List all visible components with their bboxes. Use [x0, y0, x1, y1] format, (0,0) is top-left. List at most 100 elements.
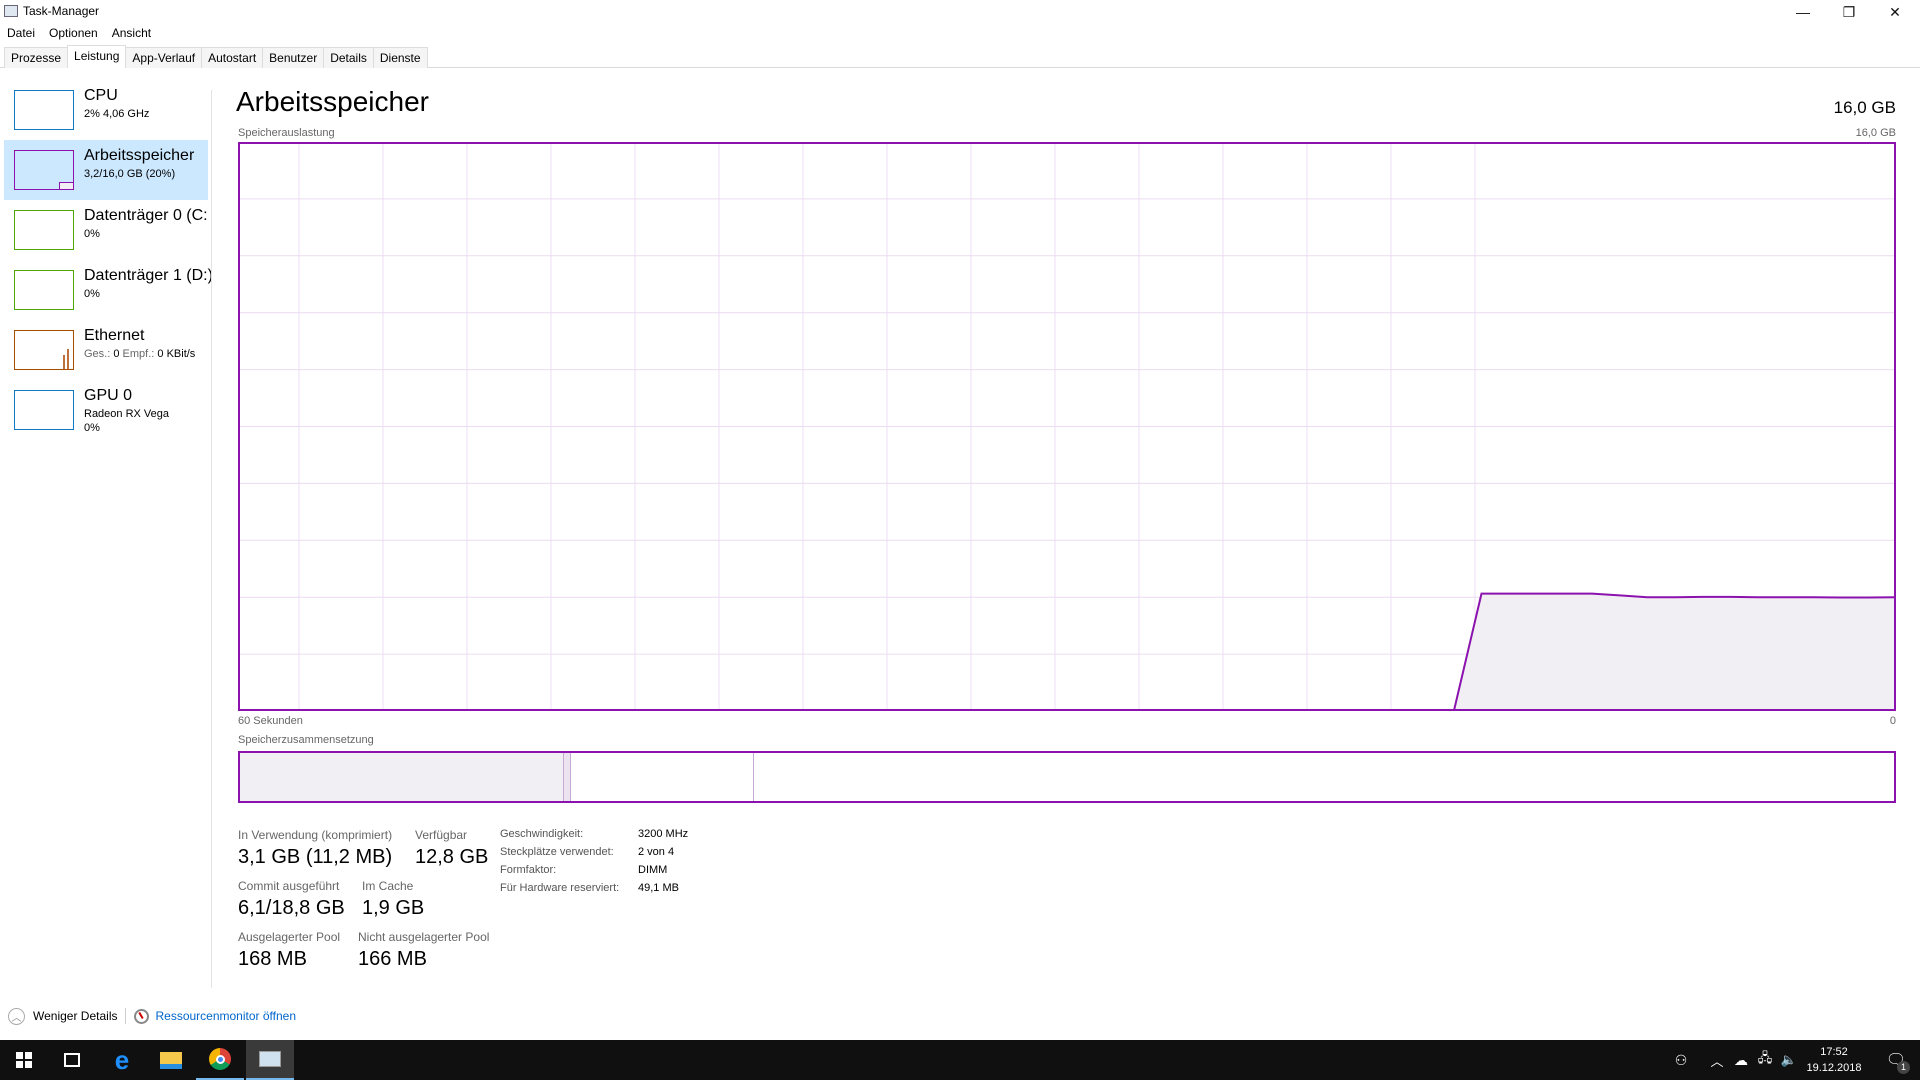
footer-divider: [125, 1008, 127, 1024]
open-resource-monitor-link[interactable]: Ressourcenmonitor öffnen: [155, 1009, 296, 1023]
prop-label: Für Hardware reserviert:: [500, 882, 620, 894]
stat-value: 3,1 GB (11,2 MB): [238, 846, 393, 868]
tab-benutzer[interactable]: Benutzer: [262, 47, 325, 68]
menu-optionen[interactable]: Optionen: [42, 24, 105, 44]
received-label: Empf.:: [122, 348, 155, 360]
sidebar-item-disk-0[interactable]: Datenträger 0 (C: E 0%: [4, 200, 212, 260]
sidebar-item-cpu[interactable]: CPU 2% 4,06 GHz: [4, 80, 208, 140]
footer-bar: ︿ Weniger Details Ressourcenmonitor öffn…: [8, 1006, 296, 1026]
prop-value: DIMM: [638, 864, 668, 876]
prop-value: 3200 MHz: [638, 828, 689, 840]
task-manager-icon: [259, 1051, 281, 1067]
restore-button[interactable]: ❐: [1826, 0, 1872, 24]
sidebar-item-disk-1[interactable]: Datenträger 1 (D:) 0%: [4, 260, 212, 320]
item-subtitle: 3,2/16,0 GB (20%): [84, 168, 176, 180]
fewer-details-button[interactable]: Weniger Details: [33, 1009, 117, 1023]
volume-icon[interactable]: 🔈: [1777, 1040, 1801, 1080]
composition-standby: [571, 753, 755, 801]
edge-button[interactable]: e: [98, 1040, 146, 1080]
prop-label: Steckplätze verwendet:: [500, 846, 614, 858]
usage-area: [238, 593, 1896, 711]
menu-bar: Datei Optionen Ansicht: [0, 24, 158, 44]
total-memory: 16,0 GB: [1833, 98, 1896, 117]
item-subtitle: Ges.: 0 Empf.: 0 KBit/s: [84, 347, 195, 361]
action-center-button[interactable]: 🗨 1: [1872, 1040, 1920, 1080]
sidebar-item-memory[interactable]: Arbeitsspeicher 3,2/16,0 GB (20%): [4, 140, 208, 200]
stat-label: Verfügbar: [415, 828, 468, 842]
item-title: Datenträger 1 (D:): [84, 267, 212, 284]
stat-value: 168 MB: [238, 948, 307, 970]
item-title: CPU: [84, 87, 118, 104]
network-icon[interactable]: 🖧: [1753, 1040, 1777, 1080]
prop-label: Geschwindigkeit:: [500, 828, 584, 840]
sent-label: Ges.:: [84, 348, 111, 360]
windows-icon: [16, 1052, 32, 1068]
folder-icon: [160, 1051, 182, 1069]
gpu-thumbnail-graph: [14, 390, 74, 430]
item-subtitle: Radeon RX Vega: [84, 408, 170, 420]
people-button[interactable]: ⚇: [1657, 1040, 1705, 1080]
page-title: Arbeitsspeicher: [236, 86, 429, 117]
time-axis-right: 0: [1889, 715, 1896, 727]
sidebar-divider: [211, 90, 212, 988]
stat-value: 6,1/18,8 GB: [238, 897, 345, 919]
menu-datei[interactable]: Datei: [0, 24, 42, 44]
usage-max-label: 16,0 GB: [1855, 127, 1896, 139]
chevron-up-icon[interactable]: ︿: [8, 1007, 25, 1025]
item-subtitle: 0%: [84, 228, 100, 240]
edge-icon: e: [114, 1044, 130, 1075]
item-subtitle-2: 0%: [84, 422, 100, 434]
item-title: Ethernet: [84, 327, 145, 344]
time-axis-left: 60 Sekunden: [238, 715, 303, 727]
composition-label: Speicherzusammensetzung: [238, 734, 374, 746]
composition-modified: [562, 753, 571, 801]
disk0-thumbnail-graph: [14, 210, 74, 250]
sidebar-item-gpu[interactable]: GPU 0 Radeon RX Vega 0%: [4, 380, 208, 440]
task-view-button[interactable]: [48, 1040, 96, 1080]
stat-value: 12,8 GB: [415, 846, 489, 868]
stat-label: Commit ausgeführt: [238, 879, 340, 893]
chevron-up-icon: ︿: [1710, 1053, 1724, 1069]
file-explorer-button[interactable]: [147, 1040, 195, 1080]
sidebar-item-ethernet[interactable]: Ethernet Ges.: 0 Empf.: 0 KBit/s: [4, 320, 208, 380]
cpu-thumbnail-graph: [14, 90, 74, 130]
task-manager-taskbar-button[interactable]: [246, 1040, 294, 1080]
title-bar: Task-Manager — ❐ ✕: [0, 0, 1920, 26]
taskbar: e ⚇ ︿ ☁ 🖧 🔈 17:52 19.12.2018 🗨 1: [0, 1040, 1920, 1080]
task-view-icon: [64, 1053, 80, 1067]
stat-label: Nicht ausgelagerter Pool: [358, 930, 490, 944]
disk1-thumbnail-graph: [14, 270, 74, 310]
sent-value: 0: [113, 348, 120, 360]
minimize-button[interactable]: —: [1780, 0, 1826, 24]
chrome-button[interactable]: [196, 1040, 244, 1080]
start-button[interactable]: [0, 1040, 48, 1080]
prop-label: Formfaktor:: [500, 864, 557, 876]
memory-thumbnail-graph: [14, 150, 74, 190]
tab-details[interactable]: Details: [323, 47, 374, 68]
task-manager-icon: [4, 5, 18, 17]
onedrive-icon[interactable]: ☁: [1729, 1040, 1753, 1080]
tab-dienste[interactable]: Dienste: [372, 47, 428, 68]
tab-bar: Prozesse Leistung App-Verlauf Autostart …: [4, 45, 428, 68]
prop-value: 2 von 4: [638, 846, 675, 858]
show-hidden-icons-button[interactable]: ︿: [1705, 1040, 1729, 1080]
tab-autostart[interactable]: Autostart: [201, 47, 264, 68]
item-subtitle: 2% 4,06 GHz: [84, 108, 150, 120]
memory-usage-chart: [238, 142, 1896, 711]
close-button[interactable]: ✕: [1872, 0, 1918, 24]
received-value: 0 KBit/s: [157, 348, 196, 360]
tab-prozesse[interactable]: Prozesse: [4, 47, 69, 68]
ethernet-thumbnail-graph: [14, 330, 74, 370]
tab-leistung[interactable]: Leistung: [67, 45, 127, 68]
prop-value: 49,1 MB: [638, 882, 679, 894]
item-subtitle: 0%: [84, 288, 100, 300]
item-title: Arbeitsspeicher: [84, 147, 195, 164]
stat-value: 1,9 GB: [362, 897, 425, 919]
notification-count: 1: [1897, 1061, 1910, 1074]
people-icon: ⚇: [1674, 1051, 1688, 1068]
tab-app-verlauf[interactable]: App-Verlauf: [125, 47, 203, 68]
item-title: Datenträger 0 (C: E: [84, 207, 212, 224]
menu-ansicht[interactable]: Ansicht: [105, 24, 158, 44]
clock[interactable]: 17:52 19.12.2018: [1801, 1040, 1867, 1080]
stat-label: In Verwendung (komprimiert): [238, 828, 393, 842]
